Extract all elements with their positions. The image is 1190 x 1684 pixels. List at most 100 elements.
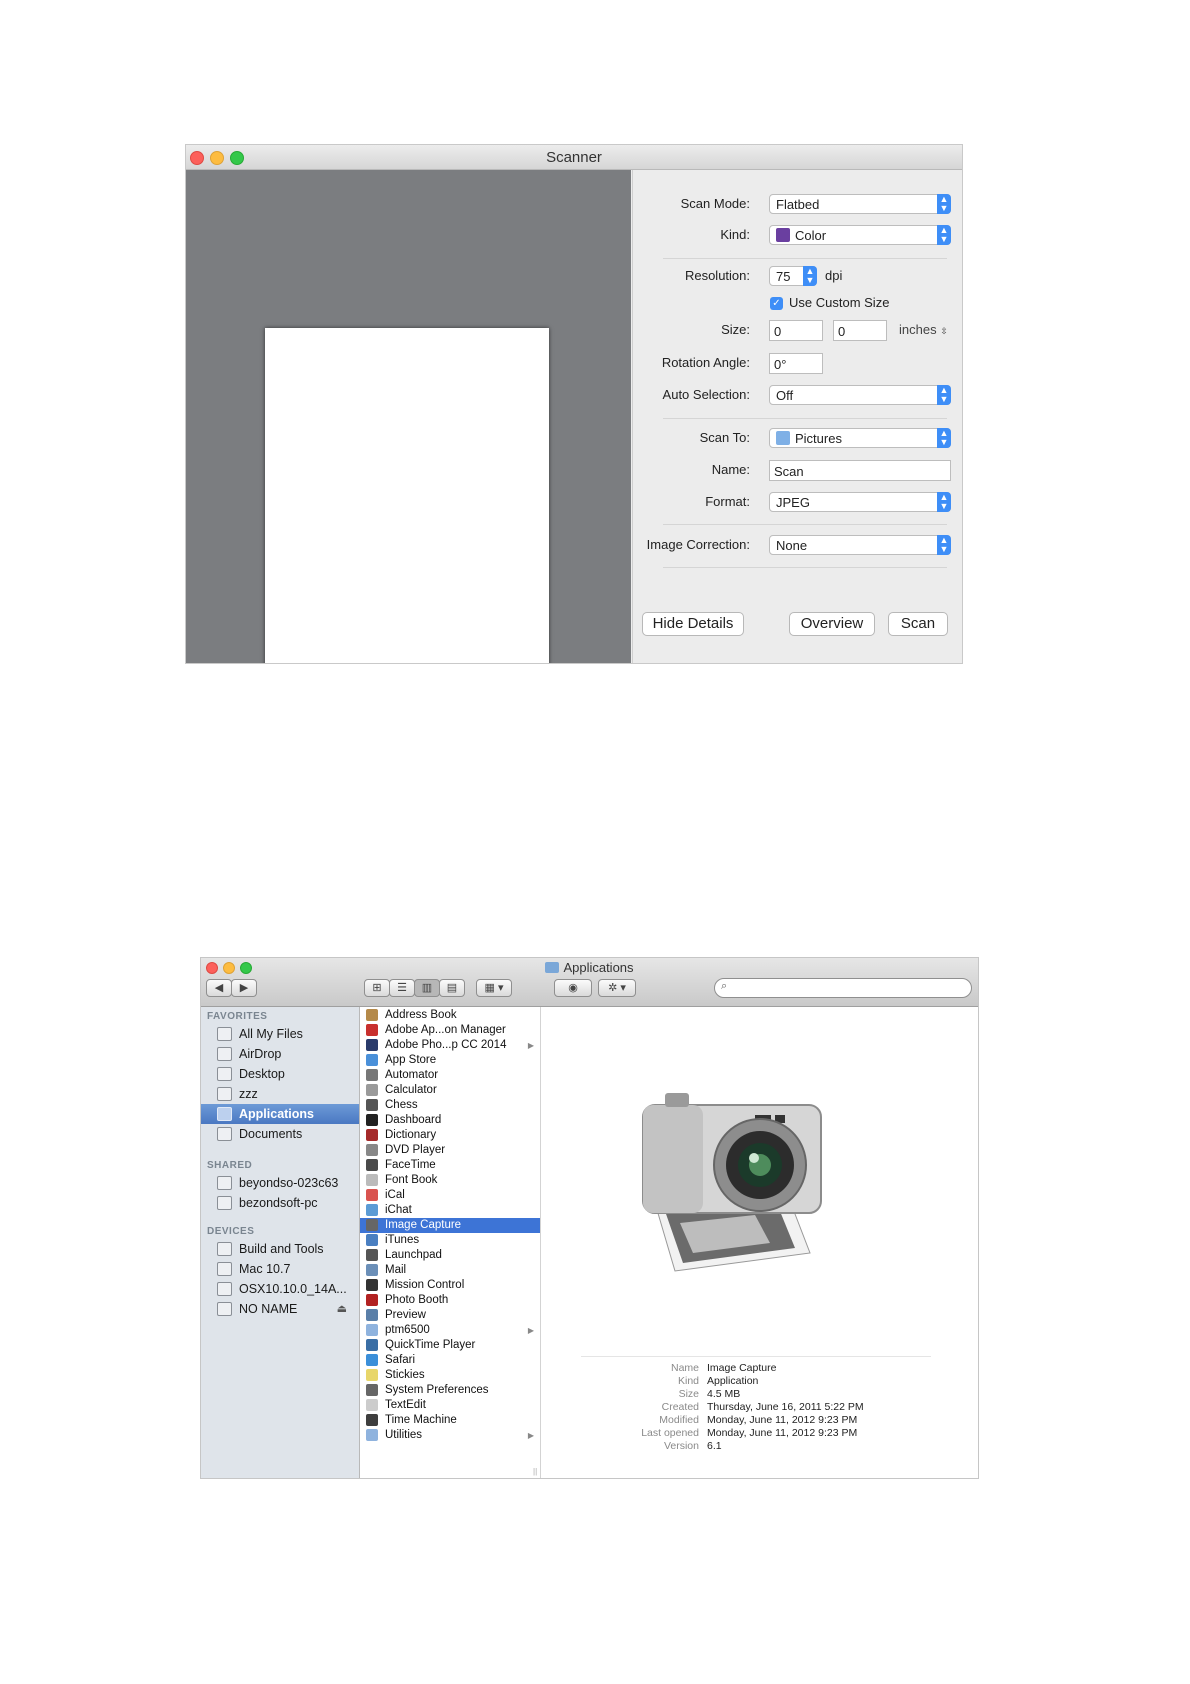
sidebar-item-shared[interactable]: bezondsoft-pc	[201, 1193, 359, 1213]
app-list-item[interactable]: Adobe Pho...p CC 2014 ▶	[360, 1038, 540, 1053]
app-list-item[interactable]: QuickTime Player	[360, 1338, 540, 1353]
sidebar-item-favorite[interactable]: zzz	[201, 1084, 359, 1104]
app-list-item[interactable]: Preview	[360, 1308, 540, 1323]
overview-button[interactable]: Overview	[789, 612, 875, 636]
hide-details-button[interactable]: Hide Details	[642, 612, 744, 636]
app-list-item[interactable]: iCal	[360, 1188, 540, 1203]
resolution-popup[interactable]: 75 ▲ ▼	[769, 266, 817, 286]
app-list-item[interactable]: iTunes	[360, 1233, 540, 1248]
app-list-item[interactable]: System Preferences	[360, 1383, 540, 1398]
app-icon	[366, 1339, 378, 1351]
size-unit-popup[interactable]: inches ⇳	[899, 322, 948, 337]
app-icon	[366, 1069, 378, 1081]
scan-button[interactable]: Scan	[888, 612, 948, 636]
size-height-field[interactable]: 0	[833, 320, 887, 341]
format-popup[interactable]: JPEG ▲ ▼	[769, 492, 951, 512]
sidebar-item-device[interactable]: Mac 10.7	[201, 1259, 359, 1279]
finder-title-text: Applications	[563, 960, 634, 975]
app-list-item[interactable]: Dictionary	[360, 1128, 540, 1143]
size-width-field[interactable]: 0	[769, 320, 823, 341]
app-list-item[interactable]: Time Machine	[360, 1413, 540, 1428]
scan-mode-value: Flatbed	[776, 197, 820, 212]
scan-to-popup[interactable]: Pictures ▲ ▼	[769, 428, 951, 448]
disk-icon	[217, 1262, 232, 1276]
app-list-item[interactable]: Address Book	[360, 1008, 540, 1023]
arrange-button[interactable]: ▦ ▾	[476, 979, 512, 997]
preview-column: Name Image Capture Kind Application Size 4.5 …	[533, 1007, 978, 1478]
app-list-item[interactable]: App Store	[360, 1053, 540, 1068]
coverflow-view-button[interactable]: ▤	[439, 979, 465, 997]
sidebar-item-device[interactable]: Build and Tools	[201, 1239, 359, 1259]
use-custom-size-checkbox[interactable]: ✓	[770, 297, 783, 310]
scan-preview-area[interactable]	[186, 170, 631, 663]
app-list-item[interactable]: Font Book	[360, 1173, 540, 1188]
sidebar-item-device[interactable]: OSX10.10.0_14A...	[201, 1279, 359, 1299]
kind-value: Color	[795, 228, 827, 243]
scan-name-field[interactable]: Scan	[769, 460, 951, 481]
app-list-item[interactable]: DVD Player	[360, 1143, 540, 1158]
app-list-item[interactable]: Mission Control	[360, 1278, 540, 1293]
sidebar-item-device[interactable]: NO NAME ⏏	[201, 1299, 359, 1319]
quick-look-button[interactable]: ◉	[554, 979, 592, 997]
sidebar-item-favorite[interactable]: Desktop	[201, 1064, 359, 1084]
sidebar-item-label: AirDrop	[239, 1047, 282, 1061]
app-list-item[interactable]: Mail	[360, 1263, 540, 1278]
auto-selection-label: Auto Selection:	[662, 387, 750, 402]
sidebar-item-favorite[interactable]: AirDrop	[201, 1044, 359, 1064]
rotation-angle-field[interactable]: 0°	[769, 353, 823, 374]
image-correction-value: None	[776, 538, 808, 553]
app-icon	[366, 1279, 378, 1291]
divider	[581, 1356, 931, 1357]
icon-view-button[interactable]: ⊞	[364, 979, 390, 997]
app-icon	[366, 1294, 378, 1306]
scan-to-value: Pictures	[795, 431, 842, 446]
popup-chevron-icon: ▲ ▼	[937, 385, 951, 405]
eye-icon: ◉	[568, 982, 578, 994]
app-list-item[interactable]: Stickies	[360, 1368, 540, 1383]
sidebar-item-favorite[interactable]: All My Files	[201, 1024, 359, 1044]
scan-mode-popup[interactable]: Flatbed ▲ ▼	[769, 194, 951, 214]
app-list-item[interactable]: Safari	[360, 1353, 540, 1368]
app-icon	[366, 1369, 378, 1381]
forward-button[interactable]: ▶	[231, 979, 257, 997]
app-icon	[366, 1324, 378, 1336]
app-icon	[366, 1159, 378, 1171]
search-input[interactable]: ⌕	[714, 978, 972, 998]
app-list-item[interactable]: Utilities ▶	[360, 1428, 540, 1443]
eject-icon[interactable]: ⏏	[337, 1299, 347, 1319]
kind-popup[interactable]: Color ▲ ▼	[769, 225, 951, 245]
app-list-item[interactable]: Calculator	[360, 1083, 540, 1098]
app-label: Automator	[385, 1069, 439, 1081]
sidebar-item-favorite[interactable]: Applications	[201, 1104, 359, 1124]
app-icon	[366, 1399, 378, 1411]
app-list-item[interactable]: Image Capture	[360, 1218, 540, 1233]
app-label: Calculator	[385, 1084, 437, 1096]
list-view-button[interactable]: ☰	[389, 979, 415, 997]
app-list-item[interactable]: Chess	[360, 1098, 540, 1113]
app-list-item[interactable]: FaceTime	[360, 1158, 540, 1173]
sidebar-item-favorite[interactable]: Documents	[201, 1124, 359, 1144]
app-icon	[366, 1114, 378, 1126]
column-resize-handle[interactable]: ||	[533, 1467, 537, 1476]
app-list-item[interactable]: Launchpad	[360, 1248, 540, 1263]
app-icon	[366, 1384, 378, 1396]
column-view-button[interactable]: ▥	[414, 979, 440, 997]
app-label: Dashboard	[385, 1114, 442, 1126]
app-list-item[interactable]: Adobe Ap...on Manager	[360, 1023, 540, 1038]
app-list-item[interactable]: Photo Booth	[360, 1293, 540, 1308]
app-list-item[interactable]: TextEdit	[360, 1398, 540, 1413]
app-list-item[interactable]: ptm6500 ▶	[360, 1323, 540, 1338]
app-label: Dictionary	[385, 1129, 437, 1141]
action-button[interactable]: ✲ ▾	[598, 979, 636, 997]
back-button[interactable]: ◀	[206, 979, 232, 997]
app-list-item[interactable]: Automator	[360, 1068, 540, 1083]
scanner-details-panel: Scan Mode: Flatbed ▲ ▼ Kind: Color ▲ ▼ Res…	[632, 170, 962, 663]
app-label: Adobe Pho...p CC 2014	[385, 1039, 507, 1051]
resolution-unit: dpi	[825, 268, 843, 283]
sidebar-item-shared[interactable]: beyondso-023c63	[201, 1173, 359, 1193]
auto-selection-popup[interactable]: Off ▲ ▼	[769, 385, 951, 405]
app-list-item[interactable]: Dashboard	[360, 1113, 540, 1128]
app-list-item[interactable]: iChat	[360, 1203, 540, 1218]
app-icon	[366, 1264, 378, 1276]
image-correction-popup[interactable]: None ▲ ▼	[769, 535, 951, 555]
